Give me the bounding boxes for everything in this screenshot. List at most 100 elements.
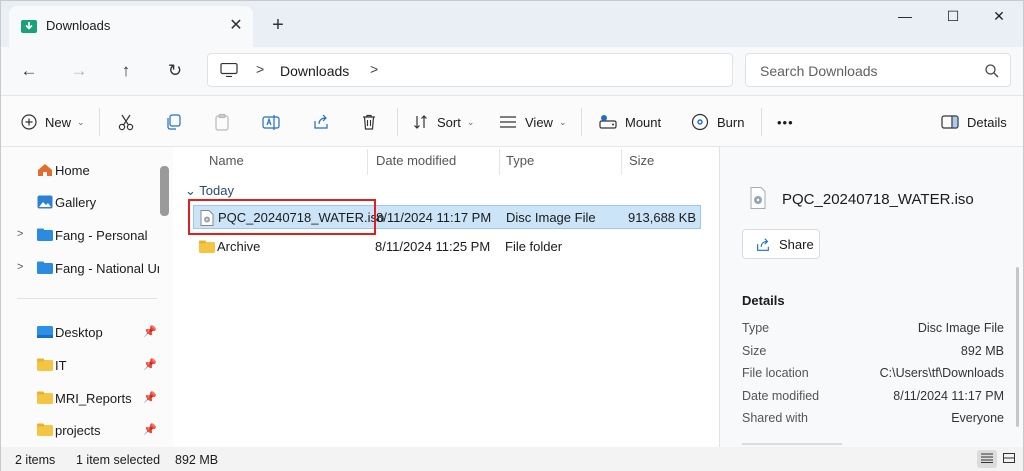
column-header-name[interactable]: Name [209,153,244,168]
sidebar-item-label: Gallery [55,195,97,210]
pin-icon[interactable]: 📌 [143,391,157,404]
breadcrumb-separator[interactable]: > [370,61,378,77]
sidebar-item-projects[interactable]: projects 📌 [17,419,157,443]
maximize-button[interactable]: ☐ [929,1,977,31]
sidebar-item-fang-national[interactable]: > Fang - National Un [17,257,159,281]
column-divider[interactable] [499,149,500,175]
new-label: New [45,114,72,130]
highlight-annotation [188,199,376,235]
plus-circle-icon [21,114,37,130]
pin-icon[interactable]: 📌 [143,423,157,436]
details-label: Details [967,114,1007,130]
chevron-down-icon: ⌄ [558,116,567,127]
cut-button[interactable] [117,109,135,135]
paste-button[interactable] [213,109,231,135]
sidebar-item-mri-reports[interactable]: MRI_Reports 📌 [17,387,157,411]
share-icon [314,114,328,129]
details-scrollbar[interactable] [1016,267,1019,427]
sidebar-scrollbar[interactable] [160,166,169,216]
tiles-view-button[interactable] [999,450,1019,468]
sidebar-item-label: Fang - National Un [55,261,159,276]
chevron-right-icon[interactable]: > [17,228,23,240]
title-bar: Downloads ✕ + — ☐ ✕ [1,1,1023,47]
up-button[interactable]: ↑ [112,57,140,85]
file-date: 8/11/2024 11:25 PM [375,239,491,254]
property-row: Date modified 8/11/2024 11:17 PM [742,389,1004,407]
column-divider[interactable] [367,149,368,175]
refresh-button[interactable]: ↻ [161,57,189,85]
chevron-down-icon: ⌄ [185,183,200,198]
more-options-button[interactable]: ••• [777,109,794,135]
property-value: Disc Image File [917,321,1004,335]
column-header-type[interactable]: Type [506,153,534,168]
details-pane-icon [941,115,959,129]
minimize-button[interactable]: — [881,1,929,31]
sidebar-item-desktop[interactable]: Desktop 📌 [17,321,157,345]
address-bar[interactable]: > Downloads > [207,53,733,87]
mount-drive-icon [599,115,617,129]
new-button[interactable]: New ⌄ [21,109,85,135]
details-file-name: PQC_20240718_WATER.iso [782,191,974,208]
new-tab-button[interactable]: + [267,14,289,36]
details-section-heading: Details [742,293,785,308]
view-button[interactable]: View ⌄ [499,109,567,135]
group-header-today[interactable]: ⌄ Today [185,183,234,199]
share-button[interactable] [312,109,330,135]
desktop-folder-icon [37,326,53,338]
property-key: Type [742,321,770,335]
pin-icon[interactable]: 📌 [143,358,157,371]
search-input[interactable]: Search Downloads [760,63,878,79]
sidebar-divider [17,298,157,299]
item-count: 2 items [15,453,56,467]
group-label: Today [199,183,234,198]
view-icon [500,116,516,128]
sidebar-item-gallery[interactable]: Gallery [17,191,157,215]
burn-button[interactable]: Burn [691,109,744,135]
sidebar-item-home[interactable]: Home [17,159,157,183]
search-box[interactable]: Search Downloads [745,53,1011,87]
breadcrumb-downloads[interactable]: Downloads [280,63,349,79]
delete-button[interactable] [360,109,378,135]
details-share-button[interactable]: Share [742,229,820,259]
back-button[interactable]: ← [15,57,43,85]
details-divider [742,443,842,445]
folder-icon [37,358,53,371]
disc-image-file-icon [750,187,766,209]
tab-downloads[interactable]: Downloads ✕ [9,6,253,47]
tiles-view-icon [1003,453,1015,463]
copy-button[interactable] [165,109,183,135]
more-icon: ••• [777,114,794,130]
table-row[interactable]: Archive 8/11/2024 11:25 PM File folder [193,235,701,259]
tab-title: Downloads [46,18,111,33]
column-header-size[interactable]: Size [629,153,654,168]
toolbar-divider [761,108,762,136]
toolbar-divider [99,108,100,136]
folder-icon [37,423,53,436]
home-icon [38,164,52,176]
file-type: File folder [505,239,563,254]
property-key: Size [742,344,767,358]
breadcrumb-separator[interactable]: > [256,61,264,77]
chevron-right-icon[interactable]: > [17,261,23,273]
column-header-date[interactable]: Date modified [376,153,456,168]
folder-icon [37,391,53,404]
pin-icon[interactable]: 📌 [143,325,157,338]
sidebar-item-fang-personal[interactable]: > Fang - Personal [17,224,157,248]
file-type: Disc Image File [506,210,596,225]
column-divider[interactable] [621,149,622,175]
details-view-button[interactable] [977,450,997,468]
forward-button[interactable]: → [65,57,93,85]
mount-button[interactable]: Mount [599,109,661,135]
close-button[interactable]: ✕ [975,1,1023,31]
cloud-folder-icon [37,261,53,274]
sidebar-item-it[interactable]: IT 📌 [17,354,157,378]
sort-button[interactable]: Sort ⌄ [413,109,474,135]
tab-close-icon[interactable]: ✕ [225,15,247,37]
details-view-icon [981,453,993,463]
details-pane: PQC_20240718_WATER.iso Share Details Typ… [719,147,1023,447]
gallery-icon [37,195,53,209]
details-pane-button[interactable]: Details [941,109,1007,135]
property-value: 892 MB [960,344,1004,358]
file-name: Archive [217,239,261,254]
rename-button[interactable] [262,109,280,135]
